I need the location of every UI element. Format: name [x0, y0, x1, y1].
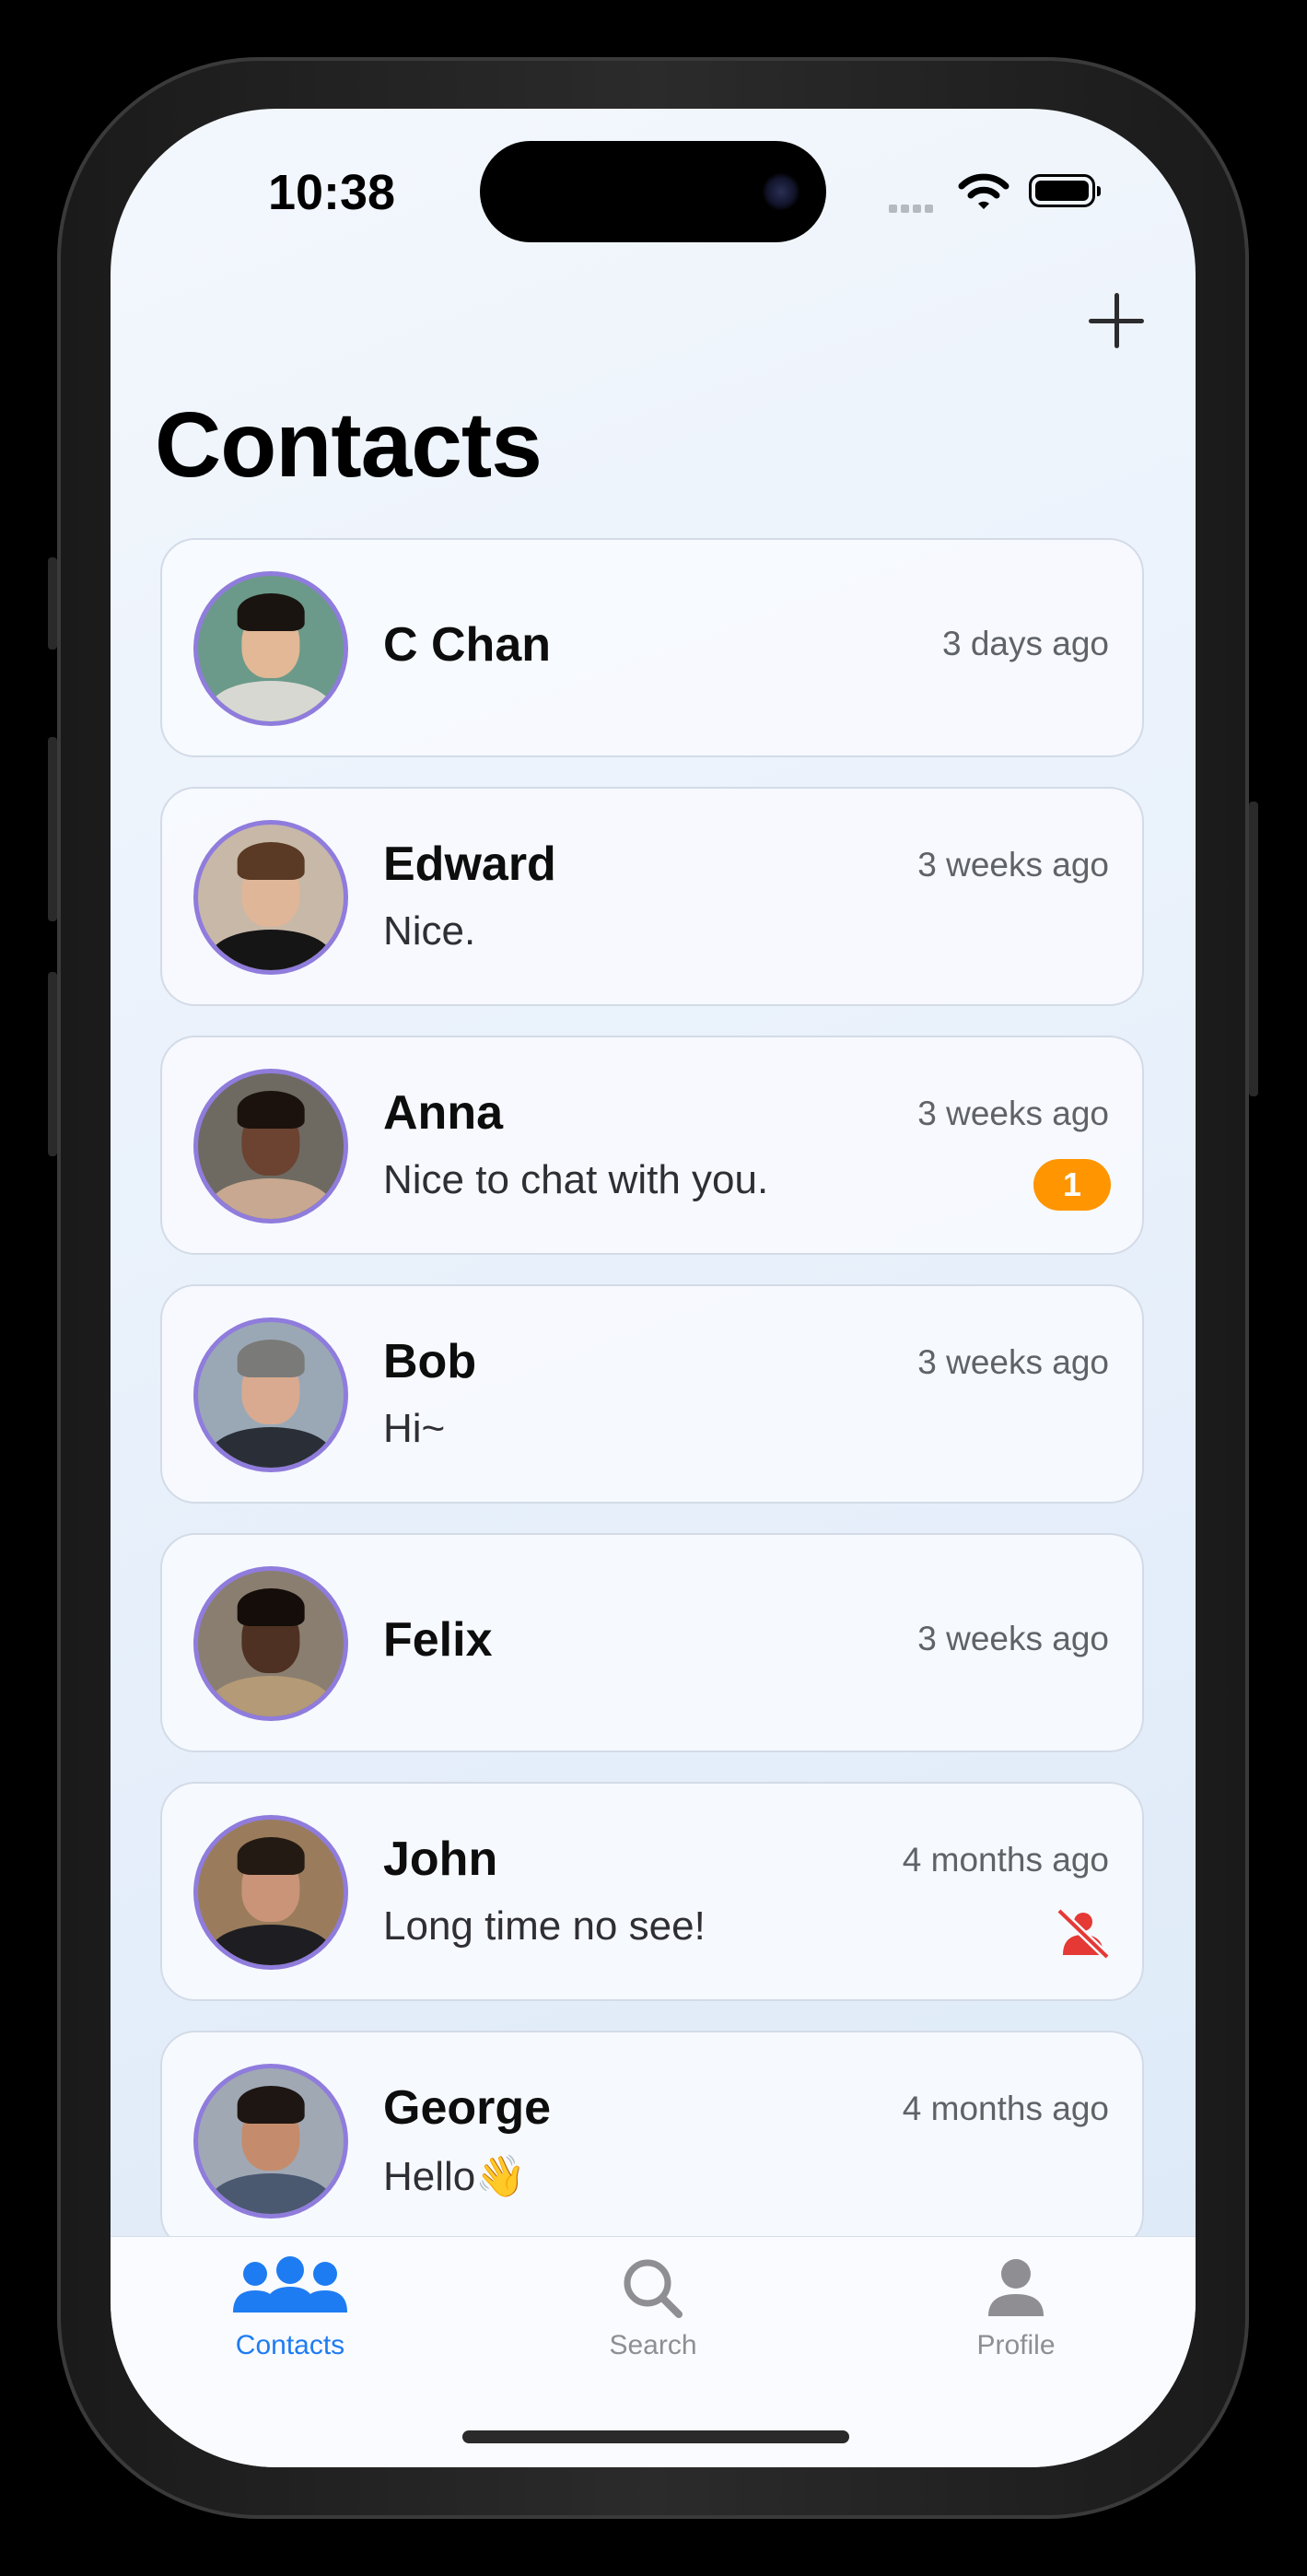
- action-button: [48, 557, 57, 650]
- page-title: Contacts: [155, 393, 543, 497]
- last-active-time: 4 months ago: [902, 1841, 1109, 1879]
- contact-name: C Chan: [383, 618, 551, 672]
- contact-card[interactable]: C Chan 3 days ago: [160, 538, 1144, 757]
- avatar: [193, 1317, 348, 1472]
- contact-name: John: [383, 1832, 498, 1886]
- volume-down-button: [48, 972, 57, 1156]
- contact-card[interactable]: George 4 months ago Hello👋: [160, 2031, 1144, 2250]
- tab-bar: Contacts Search Profile: [111, 2236, 1196, 2467]
- tab-profile[interactable]: Profile: [896, 2255, 1136, 2361]
- muted-notification-icon: [1056, 1907, 1111, 1961]
- contact-name: Anna: [383, 1086, 503, 1140]
- screen: 10:38 Contacts C Chan 3 days ago Edward …: [111, 109, 1196, 2467]
- avatar: [193, 1815, 348, 1970]
- signal-icon: [889, 201, 937, 217]
- search-icon: [624, 2259, 683, 2318]
- last-message: Nice.: [383, 908, 476, 954]
- person-icon: [988, 2259, 1044, 2316]
- contact-name: George: [383, 2081, 552, 2135]
- unread-badge: 1: [1033, 1159, 1111, 1211]
- last-active-time: 3 weeks ago: [917, 1095, 1109, 1132]
- people-icon: [233, 2256, 347, 2313]
- home-indicator[interactable]: [462, 2430, 849, 2443]
- tab-label: Search: [609, 2330, 697, 2360]
- avatar: [193, 1069, 348, 1224]
- contact-name: Edward: [383, 837, 556, 891]
- last-message: Hello👋: [383, 2154, 527, 2199]
- camera-icon: [762, 172, 800, 211]
- tab-contacts[interactable]: Contacts: [170, 2255, 410, 2361]
- contact-name: Felix: [383, 1613, 493, 1667]
- battery-icon: [1029, 174, 1101, 207]
- contact-card[interactable]: Anna 3 weeks ago Nice to chat with you. …: [160, 1036, 1144, 1255]
- last-active-time: 3 weeks ago: [917, 846, 1109, 884]
- last-message: Hi~: [383, 1406, 446, 1451]
- avatar: [193, 820, 348, 975]
- power-button: [1249, 802, 1258, 1096]
- contact-name: Bob: [383, 1335, 477, 1388]
- last-active-time: 3 weeks ago: [917, 1343, 1109, 1381]
- tab-label: Profile: [976, 2330, 1056, 2360]
- dynamic-island: [480, 141, 826, 242]
- status-time: 10:38: [267, 165, 396, 220]
- avatar: [193, 1566, 348, 1721]
- volume-up-button: [48, 737, 57, 921]
- contact-card[interactable]: John 4 months ago Long time no see!: [160, 1782, 1144, 2001]
- last-active-time: 3 weeks ago: [917, 1620, 1109, 1657]
- avatar: [193, 2064, 348, 2219]
- tab-search[interactable]: Search: [533, 2255, 773, 2361]
- wifi-icon: [958, 173, 1009, 209]
- last-active-time: 4 months ago: [902, 2090, 1109, 2127]
- contact-card[interactable]: Felix 3 weeks ago: [160, 1533, 1144, 1752]
- add-contact-button[interactable]: [1087, 291, 1146, 350]
- last-message: Long time no see!: [383, 1903, 706, 1949]
- contact-card[interactable]: Bob 3 weeks ago Hi~: [160, 1284, 1144, 1504]
- last-active-time: 3 days ago: [941, 625, 1109, 662]
- contact-card[interactable]: Edward 3 weeks ago Nice.: [160, 787, 1144, 1006]
- last-message: Nice to chat with you.: [383, 1157, 769, 1202]
- tab-label: Contacts: [235, 2330, 345, 2360]
- avatar: [193, 571, 348, 726]
